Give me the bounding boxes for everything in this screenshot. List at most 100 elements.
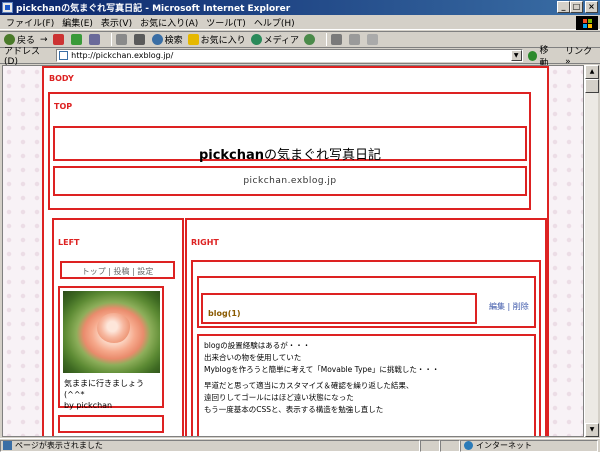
print-icon bbox=[133, 34, 145, 45]
caption-line-2: by pickchan bbox=[64, 401, 113, 410]
body-frame: BODY TOP pickchanの気まぐれ写真日記 pickchan.exbl… bbox=[42, 66, 549, 436]
favorites-label: お気に入り bbox=[200, 36, 246, 46]
nav-box: トップ | 投稿 | 設定 bbox=[60, 261, 175, 279]
edit-button[interactable] bbox=[348, 34, 362, 45]
history-icon bbox=[303, 34, 315, 45]
address-input[interactable]: http://pickchan.exblog.jp/ ▼ bbox=[56, 49, 523, 62]
entry-title[interactable]: blog(1) bbox=[208, 309, 241, 318]
go-arrow-icon bbox=[527, 50, 538, 61]
menu-file[interactable]: ファイル(F) bbox=[6, 16, 54, 29]
home-icon bbox=[88, 34, 100, 45]
standard-toolbar: 戻る → 検索 お気に入り メディア bbox=[0, 31, 600, 48]
address-dropdown-icon[interactable]: ▼ bbox=[510, 50, 522, 61]
vertical-scrollbar[interactable]: ▲ ▼ bbox=[584, 65, 599, 437]
media-label: メディア bbox=[263, 36, 299, 46]
blog-title-bold: pickchan bbox=[198, 148, 265, 163]
menu-tools[interactable]: ツール(T) bbox=[206, 16, 246, 29]
entry-header-box: blog(1) 編集 | 削除 bbox=[197, 276, 536, 328]
entry-line: Myblogを作ろうと簡単に考えて「Movable Type」に挑戦した・・・ bbox=[204, 365, 440, 374]
scroll-down-icon[interactable]: ▼ bbox=[585, 423, 599, 437]
entry-title-box: blog(1) bbox=[201, 293, 477, 324]
favorites-button[interactable]: お気に入り bbox=[187, 33, 246, 46]
profile-caption: 気ままに行きましょう(^^* by pickchan bbox=[64, 378, 162, 411]
blog-title-box: pickchanの気まぐれ写真日記 bbox=[53, 126, 527, 163]
windows-logo-icon bbox=[576, 16, 598, 30]
forward-button[interactable]: → bbox=[40, 35, 48, 45]
toolbar-separator bbox=[110, 33, 112, 46]
favorites-icon bbox=[187, 34, 199, 45]
menu-favorites[interactable]: お気に入り(A) bbox=[140, 16, 198, 29]
entry-body-box: blogの設置経験はあるが・・・ 出来合いの物を使用していた Myblogを作ろ… bbox=[197, 334, 536, 436]
history-button[interactable] bbox=[303, 34, 317, 45]
edit-icon bbox=[348, 34, 360, 45]
entry-line: 早道だと思って適当にカスタマイズ＆確認を繰り返した結果、 bbox=[204, 381, 414, 390]
discuss-icon bbox=[366, 34, 378, 45]
scroll-up-icon[interactable]: ▲ bbox=[585, 65, 599, 79]
maximize-button[interactable]: □ bbox=[570, 1, 583, 13]
media-button[interactable]: メディア bbox=[250, 33, 299, 46]
entry-line: もう一度基本のCSSと、表示する構造を勉強し直した bbox=[204, 405, 384, 414]
home-button[interactable] bbox=[88, 34, 102, 45]
entry-line: 遠回りしてゴールにはほど遠い状態になった bbox=[204, 393, 354, 402]
status-main: ページが表示されました bbox=[0, 439, 420, 452]
search-icon bbox=[151, 34, 163, 45]
entry-line: blogの設置経験はあるが・・・ bbox=[204, 341, 311, 350]
refresh-button[interactable] bbox=[70, 34, 84, 45]
menu-help[interactable]: ヘルプ(H) bbox=[254, 16, 295, 29]
top-label: TOP bbox=[54, 102, 73, 111]
ie-page-icon bbox=[2, 2, 13, 13]
right-frame: RIGHT blog(1) 編集 | 削除 blogの設置経験はあるが・・・ 出… bbox=[185, 218, 547, 436]
stop-icon bbox=[52, 34, 64, 45]
close-button[interactable]: × bbox=[585, 1, 598, 13]
status-cell bbox=[440, 439, 460, 452]
profile-box: 気ままに行きましょう(^^* by pickchan bbox=[58, 286, 164, 411]
nav-links[interactable]: トップ | 投稿 | 設定 bbox=[62, 266, 173, 277]
menu-edit[interactable]: 編集(E) bbox=[62, 16, 93, 29]
links-button[interactable]: リンク » bbox=[565, 44, 600, 67]
print-preview-button[interactable] bbox=[115, 34, 129, 45]
left-label: LEFT bbox=[58, 238, 80, 247]
security-zone: インターネット bbox=[460, 439, 598, 452]
menu-bar: ファイル(F) 編集(E) 表示(V) お気に入り(A) ツール(T) ヘルプ(… bbox=[0, 15, 600, 30]
status-bar: ページが表示されました インターネット bbox=[0, 438, 600, 452]
left-frame: LEFT トップ | 投稿 | 設定 気ままに行きましょう(^^* by pic… bbox=[52, 218, 184, 436]
search-button[interactable]: 検索 bbox=[151, 33, 183, 46]
discuss-button[interactable] bbox=[366, 34, 380, 45]
zone-text: インターネット bbox=[476, 441, 532, 450]
blog-url-box: pickchan.exblog.jp bbox=[53, 166, 527, 196]
window-title: pickchanの気まぐれ写真日記 - Microsoft Internet E… bbox=[16, 4, 291, 14]
minimize-button[interactable]: _ bbox=[557, 1, 570, 13]
media-icon bbox=[250, 34, 262, 45]
print-preview-icon bbox=[115, 34, 127, 45]
caption-line-1: 気ままに行きましょう(^^* bbox=[64, 379, 144, 399]
search-label: 検索 bbox=[164, 36, 183, 46]
mail-icon bbox=[330, 34, 342, 45]
address-label: アドレス(D) bbox=[4, 47, 41, 67]
page-viewport: BODY TOP pickchanの気まぐれ写真日記 pickchan.exbl… bbox=[2, 65, 584, 437]
blog-url[interactable]: pickchan.exblog.jp bbox=[55, 176, 525, 186]
blog-title-rest: の気まぐれ写真日記 bbox=[264, 148, 382, 163]
entry-edit-delete[interactable]: 編集 | 削除 bbox=[489, 301, 529, 312]
top-frame: TOP pickchanの気まぐれ写真日記 pickchan.exblog.jp bbox=[48, 92, 531, 210]
blog-title[interactable]: pickchanの気まぐれ写真日記 bbox=[55, 144, 525, 163]
right-label: RIGHT bbox=[191, 238, 219, 247]
window-titlebar: pickchanの気まぐれ写真日記 - Microsoft Internet E… bbox=[0, 0, 600, 15]
address-url: http://pickchan.exblog.jp/ bbox=[71, 51, 174, 60]
status-cell bbox=[420, 439, 440, 452]
page-icon bbox=[59, 51, 69, 60]
rose-photo bbox=[63, 291, 160, 373]
scroll-thumb[interactable] bbox=[585, 79, 599, 93]
status-text: ページが表示されました bbox=[15, 441, 103, 450]
mail-button[interactable] bbox=[330, 34, 344, 45]
page-done-icon bbox=[3, 441, 12, 450]
entry-line: 出来合いの物を使用していた bbox=[204, 353, 302, 362]
refresh-icon bbox=[70, 34, 82, 45]
menu-view[interactable]: 表示(V) bbox=[101, 16, 132, 29]
forward-arrow-icon: → bbox=[40, 34, 48, 45]
toolbar-separator bbox=[325, 33, 327, 46]
internet-globe-icon bbox=[464, 441, 473, 450]
body-label: BODY bbox=[49, 74, 74, 83]
entry-frame: blog(1) 編集 | 削除 blogの設置経験はあるが・・・ 出来合いの物を… bbox=[191, 260, 541, 436]
stop-button[interactable] bbox=[52, 34, 66, 45]
print-button[interactable] bbox=[133, 34, 147, 45]
